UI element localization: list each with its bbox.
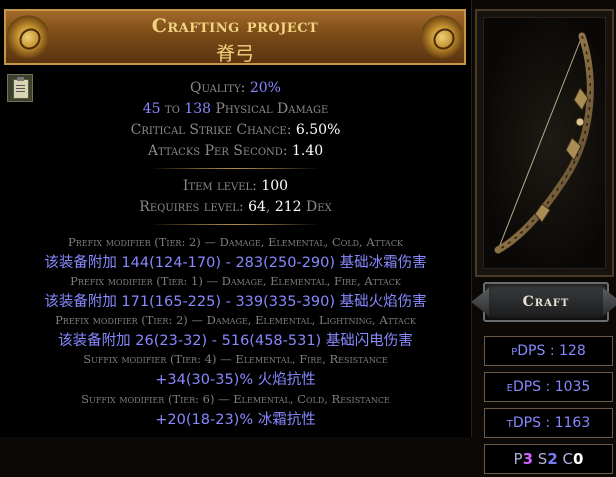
craft-button-label: Craft [522, 294, 570, 310]
modifier-label: Prefix modifier (Tier: 1) — Damage, Elem… [70, 274, 401, 288]
item-art-frame [475, 9, 614, 277]
craft-button[interactable]: Craft [471, 282, 616, 322]
tdps-box: tDPS : 1163 [484, 408, 613, 438]
tooltip-title: Crafting project [151, 15, 319, 37]
modifier-label: Suffix modifier (Tier: 6) — Elemental, C… [81, 392, 390, 406]
item-tooltip: Crafting project 脊弓 Quality: 20% 45 to 1… [0, 0, 472, 437]
item-level-line: Item level: 100 [182, 178, 289, 194]
modifier-label: Prefix modifier (Tier: 2) — Damage, Elem… [68, 235, 403, 249]
modifier-text: +20(18-23)% 冰霜抗性 [155, 412, 316, 428]
separator [150, 224, 320, 225]
modifier-label: Suffix modifier (Tier: 4) — Elemental, F… [83, 352, 388, 366]
sockets-box: P3 S2 C0 [484, 444, 613, 474]
modifier-text: 该装备附加 26(23-32) - 516(458-531) 基础闪电伤害 [58, 333, 413, 349]
modifier-text: +34(30-35)% 火焰抗性 [155, 372, 316, 388]
modifier-label: Prefix modifier (Tier: 2) — Damage, Elem… [55, 313, 416, 327]
modifier-text: 该装备附加 171(165-225) - 339(335-390) 基础火焰伤害 [44, 294, 427, 310]
crit-chance-line: Critical Strike Chance: 6.50% [130, 122, 341, 138]
tooltip-header: Crafting project 脊弓 [4, 9, 466, 65]
separator [150, 168, 320, 169]
pdps-box: pDPS : 128 [484, 336, 613, 366]
attacks-per-second-line: Attacks Per Second: 1.40 [147, 143, 324, 159]
requirements-line: Requires level: 64, 212 Dex [139, 199, 332, 215]
edps-box: eDPS : 1035 [484, 372, 613, 402]
bow-icon [494, 32, 594, 254]
physical-damage-line: 45 to 138 Physical Damage [142, 101, 329, 117]
modifier-text: 该装备附加 144(124-170) - 283(250-290) 基础冰霜伤害 [44, 255, 427, 271]
item-name: 脊弓 [215, 43, 254, 65]
quality-line: Quality: 20% [190, 80, 281, 96]
